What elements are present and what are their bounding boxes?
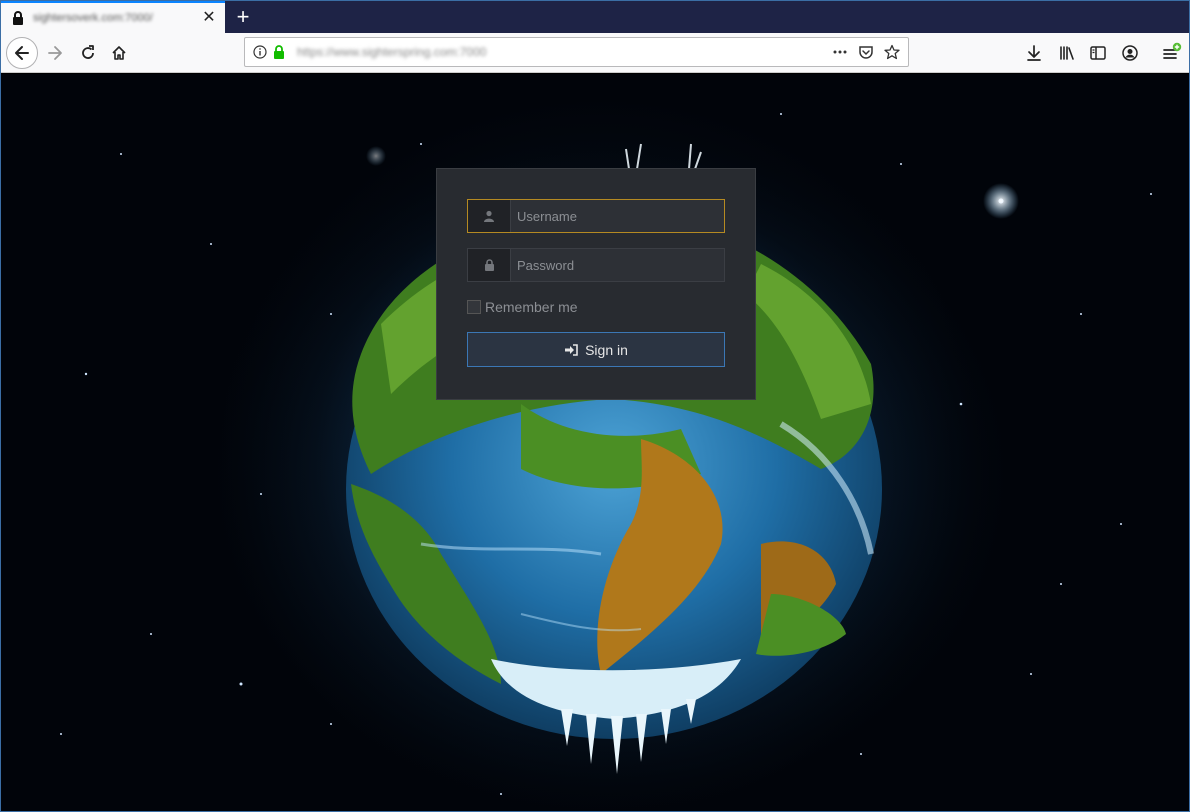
sidebar-icon <box>1090 46 1106 60</box>
password-addon <box>468 249 511 281</box>
tab-strip: sightersoverk.com:7000/ ✕ + <box>1 1 1189 33</box>
user-icon <box>484 210 494 222</box>
forward-button[interactable] <box>41 39 69 67</box>
pocket-icon[interactable] <box>858 44 874 60</box>
download-icon <box>1027 45 1041 61</box>
sign-in-icon <box>565 343 578 356</box>
reload-button[interactable] <box>74 39 102 67</box>
library-button[interactable] <box>1053 39 1081 67</box>
close-tab-icon[interactable]: ✕ <box>201 10 217 26</box>
home-icon <box>112 46 126 60</box>
hamburger-menu-icon <box>1163 42 1182 59</box>
reload-icon <box>82 45 94 59</box>
account-icon <box>1122 45 1138 61</box>
username-input[interactable] <box>511 200 724 232</box>
new-tab-button[interactable]: + <box>230 4 256 30</box>
sign-in-button[interactable]: Sign in <box>467 332 725 367</box>
page-content: Remember me Sign in <box>1 74 1189 811</box>
downloads-button[interactable] <box>1020 39 1048 67</box>
home-button[interactable] <box>105 39 133 67</box>
back-button[interactable] <box>6 37 38 69</box>
navigation-toolbar: https://www.sighterspring.com:7000 <box>1 33 1189 73</box>
remember-me-checkbox[interactable] <box>467 300 481 314</box>
remember-me-label[interactable]: Remember me <box>485 299 578 315</box>
more-dots-icon[interactable] <box>832 44 848 60</box>
lock-icon <box>484 259 494 271</box>
password-input[interactable] <box>511 249 724 281</box>
forward-arrow-icon <box>48 46 62 60</box>
browser-window: sightersoverk.com:7000/ ✕ + https://www.… <box>0 0 1190 812</box>
url-bar[interactable]: https://www.sighterspring.com:7000 <box>244 37 909 67</box>
url-text[interactable]: https://www.sighterspring.com:7000 <box>297 45 832 59</box>
library-icon <box>1060 46 1074 60</box>
remember-me: Remember me <box>467 299 578 315</box>
sign-in-label: Sign in <box>585 341 628 358</box>
login-panel: Remember me Sign in <box>436 168 756 400</box>
account-button[interactable] <box>1116 39 1144 67</box>
secure-lock-icon <box>274 45 284 59</box>
back-arrow-icon <box>15 46 29 60</box>
info-icon[interactable] <box>253 45 267 59</box>
lock-icon <box>13 11 23 25</box>
star-icon[interactable] <box>884 44 900 60</box>
sidebar-button[interactable] <box>1084 39 1112 67</box>
username-addon <box>468 200 511 232</box>
password-field <box>467 248 725 282</box>
tab-title: sightersoverk.com:7000/ <box>33 12 153 24</box>
browser-tab[interactable]: sightersoverk.com:7000/ ✕ <box>1 1 225 33</box>
menu-button[interactable] <box>1157 39 1185 67</box>
username-field <box>467 199 725 233</box>
